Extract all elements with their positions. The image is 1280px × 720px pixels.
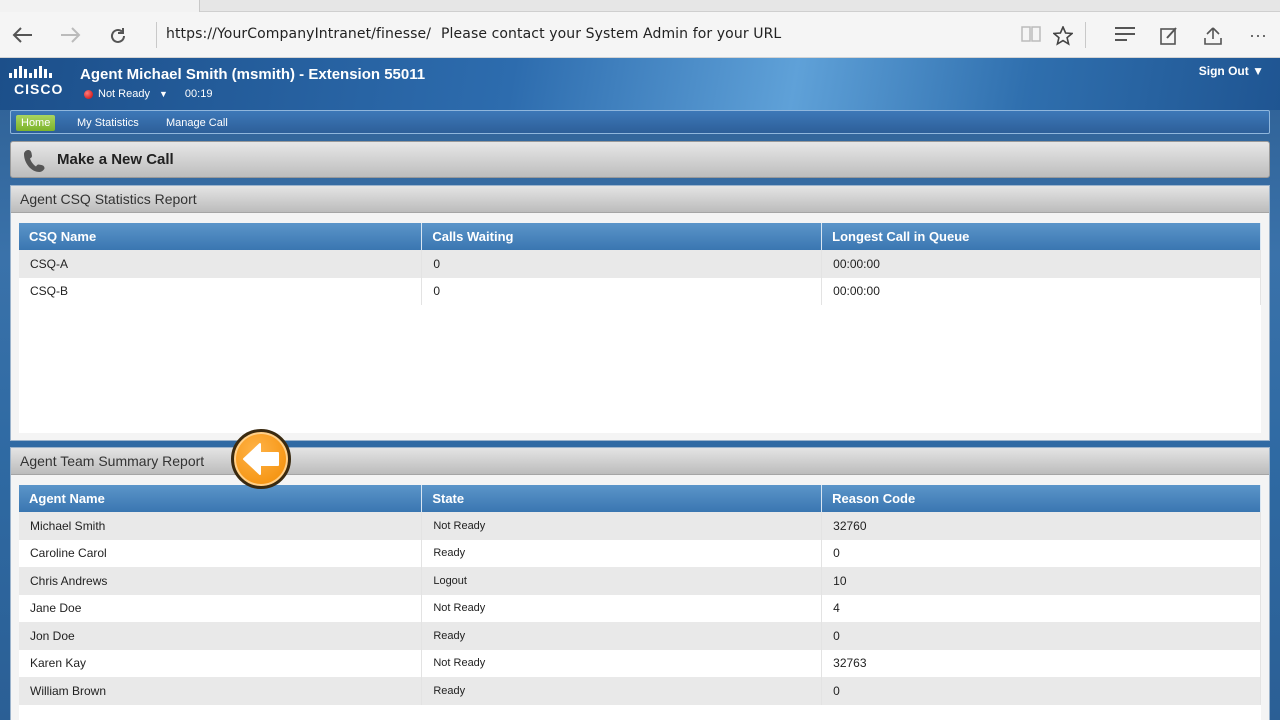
table-row[interactable]: Michael Smith Not Ready 32760 xyxy=(19,512,1261,540)
reading-view-icon[interactable] xyxy=(1016,20,1046,50)
team-summary-title: Agent Team Summary Report xyxy=(11,448,1269,475)
table-cell: CSQ-A xyxy=(19,250,423,278)
url-note: Please contact your System Admin for you… xyxy=(441,26,782,42)
chevron-down-icon: ▼ xyxy=(1252,64,1264,78)
agent-title: Agent Michael Smith (msmith) - Extension… xyxy=(80,66,426,83)
table-row[interactable]: Caroline Carol Ready 0 xyxy=(19,539,1261,567)
table-cell: 0 xyxy=(421,250,823,278)
table-row[interactable]: Karen Kay Not Ready 32763 xyxy=(19,649,1261,677)
share-icon[interactable] xyxy=(1198,20,1228,50)
agent-state: Logout xyxy=(421,567,823,595)
team-table: Agent Name State Reason Code Michael Smi… xyxy=(19,485,1261,705)
column-header[interactable]: CSQ Name xyxy=(19,223,423,250)
column-header[interactable]: Calls Waiting xyxy=(421,223,823,250)
table-cell: 00:00:00 xyxy=(821,250,1261,278)
address-bar[interactable]: https://YourCompanyIntranet/finesse/Plea… xyxy=(166,26,781,42)
back-icon[interactable] xyxy=(8,20,38,50)
chevron-down-icon[interactable]: ▼ xyxy=(159,89,168,99)
tab-home[interactable]: Home xyxy=(16,115,56,131)
agent-name: Michael Smith xyxy=(19,512,423,540)
table-cell: 00:00:00 xyxy=(821,277,1261,305)
browser-toolbar: https://YourCompanyIntranet/finesse/Plea… xyxy=(0,12,1280,58)
reason-code: 0 xyxy=(821,539,1261,567)
agent-name: Karen Kay xyxy=(19,649,423,677)
team-summary-panel: Agent Team Summary Report Agent Name Sta… xyxy=(10,447,1270,720)
agent-name: William Brown xyxy=(19,677,423,705)
logo-text: CISCO xyxy=(14,81,64,97)
agent-state: Ready xyxy=(421,539,823,567)
table-row[interactable]: William Brown Ready 0 xyxy=(19,677,1261,705)
agent-status: Not Ready xyxy=(98,88,150,100)
favorite-star-icon[interactable] xyxy=(1048,20,1078,50)
more-icon[interactable]: ··· xyxy=(1243,20,1273,50)
browser-tab[interactable] xyxy=(0,0,200,12)
forward-icon[interactable] xyxy=(55,20,85,50)
agent-name: Jon Doe xyxy=(19,622,423,650)
cisco-logo: CISCO xyxy=(9,66,69,102)
agent-state: Ready xyxy=(421,622,823,650)
csq-table: CSQ Name Calls Waiting Longest Call in Q… xyxy=(19,223,1261,305)
table-row[interactable]: Chris Andrews Logout 10 xyxy=(19,567,1261,595)
csq-statistics-panel: Agent CSQ Statistics Report CSQ Name Cal… xyxy=(10,185,1270,441)
toolbar-separator xyxy=(1085,22,1086,48)
table-cell: CSQ-B xyxy=(19,277,423,305)
status-timer: 00:19 xyxy=(184,88,213,100)
tab-my-statistics[interactable]: My Statistics xyxy=(72,115,144,131)
main-nav: Home My Statistics Manage Call xyxy=(10,110,1270,134)
web-note-icon[interactable] xyxy=(1154,20,1184,50)
table-row[interactable]: CSQ-A 0 00:00:00 xyxy=(19,250,1261,278)
reason-code: 10 xyxy=(821,567,1261,595)
column-header[interactable]: State xyxy=(421,485,823,512)
reason-code: 0 xyxy=(821,677,1261,705)
sign-out-label: Sign Out xyxy=(1198,64,1249,78)
agent-state: Not Ready xyxy=(421,512,823,540)
agent-name: Chris Andrews xyxy=(19,567,423,595)
url-text: https://YourCompanyIntranet/finesse/ xyxy=(166,26,432,42)
column-header[interactable]: Agent Name xyxy=(19,485,423,512)
agent-status-selector[interactable]: Not Ready ▼ 00:19 xyxy=(84,88,212,100)
table-row[interactable]: Jon Doe Ready 0 xyxy=(19,622,1261,650)
table-row[interactable]: Jane Doe Not Ready 4 xyxy=(19,594,1261,622)
column-header[interactable]: Reason Code xyxy=(821,485,1261,512)
finesse-app: CISCO Agent Michael Smith (msmith) - Ext… xyxy=(0,58,1280,720)
make-new-call-button[interactable]: Make a New Call xyxy=(10,141,1270,178)
browser-tab-strip xyxy=(0,0,1280,12)
refresh-icon[interactable] xyxy=(103,20,133,50)
make-new-call-label: Make a New Call xyxy=(57,151,174,168)
csq-statistics-title: Agent CSQ Statistics Report xyxy=(11,186,1269,213)
agent-name: Caroline Carol xyxy=(19,539,423,567)
status-dot-icon xyxy=(84,89,93,99)
agent-state: Ready xyxy=(421,677,823,705)
toolbar-separator xyxy=(156,22,157,48)
table-cell: 0 xyxy=(421,277,823,305)
sign-out-button[interactable]: Sign Out ▼ xyxy=(1199,64,1264,78)
reason-code: 32763 xyxy=(821,649,1261,677)
agent-state: Not Ready xyxy=(421,594,823,622)
reason-code: 4 xyxy=(821,594,1261,622)
reason-code: 32760 xyxy=(821,512,1261,540)
reason-code: 0 xyxy=(821,622,1261,650)
agent-state: Not Ready xyxy=(421,649,823,677)
team-summary-body: Agent Name State Reason Code Michael Smi… xyxy=(11,475,1269,720)
hub-icon[interactable] xyxy=(1110,20,1140,50)
phone-icon xyxy=(23,148,47,179)
tab-manage-call[interactable]: Manage Call xyxy=(161,115,233,131)
csq-statistics-body: CSQ Name Calls Waiting Longest Call in Q… xyxy=(11,213,1269,440)
table-row[interactable]: CSQ-B 0 00:00:00 xyxy=(19,277,1261,305)
app-header: CISCO Agent Michael Smith (msmith) - Ext… xyxy=(0,58,1280,110)
column-header[interactable]: Longest Call in Queue xyxy=(821,223,1261,250)
agent-name: Jane Doe xyxy=(19,594,423,622)
callout-arrow-icon xyxy=(231,429,291,489)
